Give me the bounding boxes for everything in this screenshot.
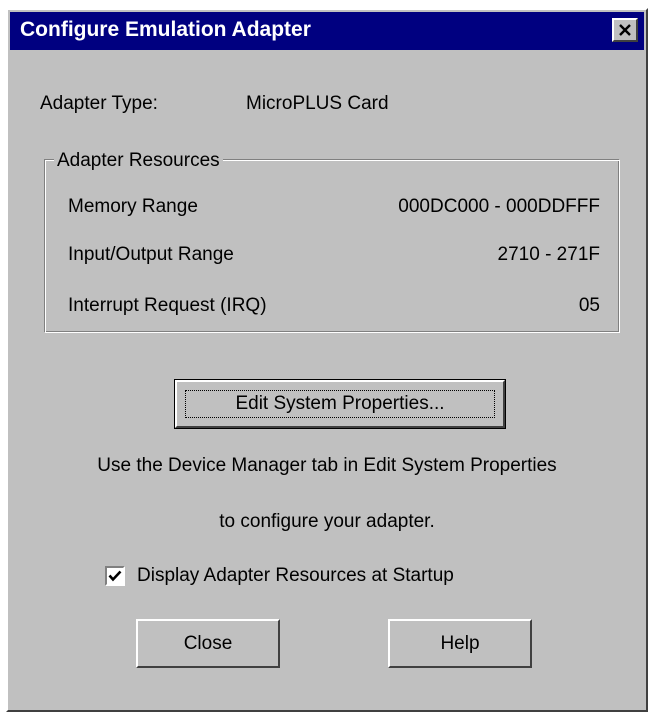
adapter-type-label: Adapter Type: (40, 93, 158, 114)
memory-range-value: 000DC000 - 000DDFFF (398, 196, 600, 217)
startup-checkbox-label[interactable]: Display Adapter Resources at Startup (137, 565, 454, 587)
dialog-window: Configure Emulation Adapter Adapter Type… (6, 8, 648, 712)
close-icon (619, 24, 631, 36)
help-button[interactable]: Help (388, 619, 532, 668)
close-button-label: Close (183, 632, 233, 654)
help-button-label: Help (440, 632, 480, 654)
edit-system-properties-default-frame: Edit System Properties... (174, 379, 506, 429)
memory-range-label: Memory Range (68, 196, 198, 217)
window-title: Configure Emulation Adapter (20, 18, 311, 41)
close-window-button[interactable] (612, 18, 638, 42)
io-range-value: 2710 - 271F (497, 244, 600, 265)
instruction-line-2: to configure your adapter. (219, 511, 435, 532)
adapter-resources-legend: Adapter Resources (54, 150, 223, 172)
edit-system-properties-label: Edit System Properties... (235, 393, 445, 414)
instruction-line-1: Use the Device Manager tab in Edit Syste… (97, 455, 557, 476)
checkmark-icon (108, 570, 122, 582)
irq-label: Interrupt Request (IRQ) (68, 295, 267, 316)
title-bar[interactable]: Configure Emulation Adapter (10, 12, 644, 50)
edit-system-properties-button[interactable]: Edit System Properties... (175, 380, 505, 428)
startup-checkbox[interactable] (105, 566, 125, 586)
irq-value: 05 (578, 295, 600, 316)
io-range-label: Input/Output Range (68, 244, 234, 265)
adapter-type-value: MicroPLUS Card (246, 93, 389, 114)
close-button[interactable]: Close (136, 619, 280, 668)
